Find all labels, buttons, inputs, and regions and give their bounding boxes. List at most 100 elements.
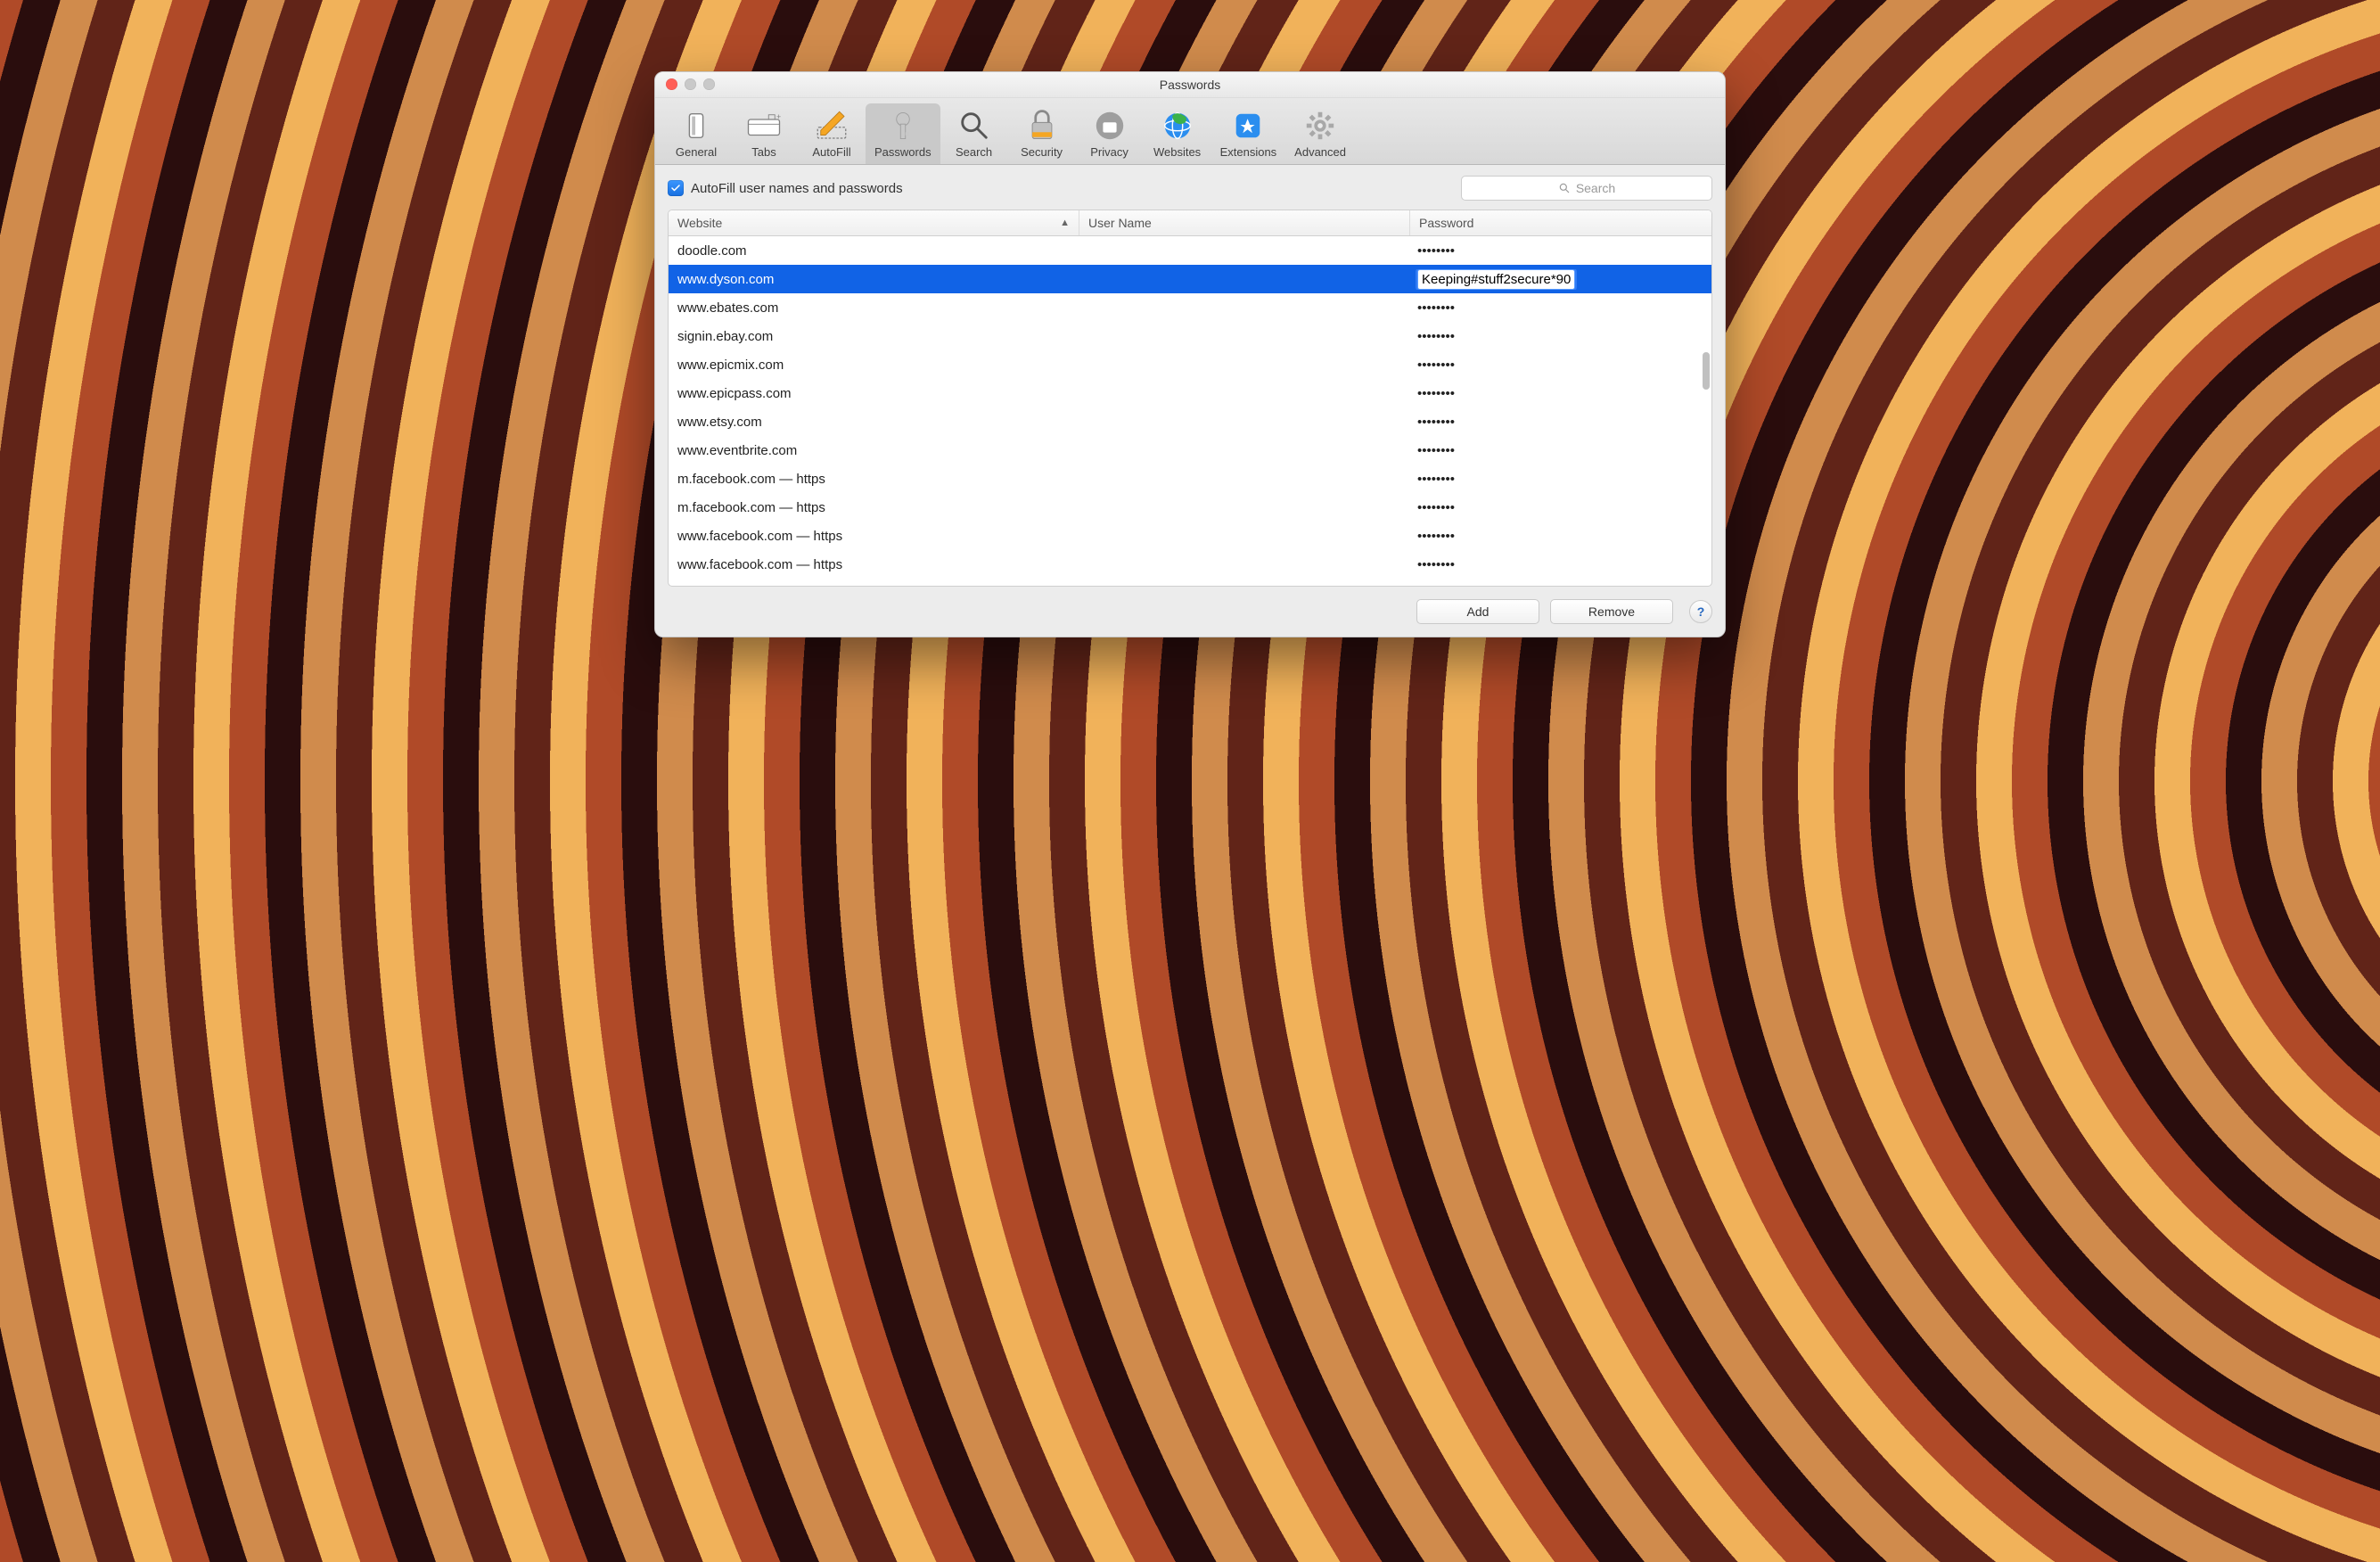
password-cell-value: ••••••••	[1417, 329, 1455, 344]
website-cell: www.ebates.com	[669, 300, 1079, 316]
checkmark-icon	[670, 183, 681, 193]
autofill-checkbox-label: AutoFill user names and passwords	[691, 181, 903, 196]
websites-icon	[1159, 107, 1196, 144]
website-cell: www.epicmix.com	[669, 358, 1079, 373]
table-row[interactable]: www.ebates.com ••••••••	[669, 293, 1711, 322]
minimize-window-button[interactable]	[685, 78, 696, 90]
preferences-window: Passwords General + Tabs AutoFill Passwords S…	[654, 71, 1726, 637]
bottom-button-row: Add Remove ?	[668, 599, 1712, 624]
password-cell-value: ••••••••	[1417, 243, 1455, 259]
add-button[interactable]: Add	[1416, 599, 1539, 624]
window-title: Passwords	[1160, 78, 1220, 92]
website-cell: www.dyson.com	[669, 272, 1079, 287]
table-row[interactable]: www.epicmix.com ••••••••	[669, 350, 1711, 379]
toolbar-item-label: Advanced	[1294, 145, 1346, 159]
password-cell-value: ••••••••	[1417, 386, 1455, 401]
autofill-icon	[813, 107, 850, 144]
security-icon	[1023, 107, 1061, 144]
privacy-icon	[1091, 107, 1128, 144]
table-row[interactable]: www.dyson.com Keeping#stuff2secure*90	[669, 265, 1711, 293]
toolbar-item-label: Security	[1021, 145, 1063, 159]
table-row[interactable]: signin.ebay.com ••••••••	[669, 322, 1711, 350]
toolbar-item-autofill[interactable]: AutoFill	[798, 103, 866, 164]
website-cell: www.epicpass.com	[669, 386, 1079, 401]
table-row[interactable]: m.facebook.com — https••••••••	[669, 493, 1711, 522]
sort-ascending-icon: ▲	[1060, 218, 1070, 228]
extensions-icon	[1229, 107, 1267, 144]
table-row[interactable]: www.eventbrite.com ••••••••	[669, 436, 1711, 464]
toolbar-item-search[interactable]: Search	[940, 103, 1008, 164]
autofill-checkbox[interactable]	[668, 180, 684, 196]
toolbar-item-general[interactable]: General	[662, 103, 730, 164]
website-cell: www.etsy.com	[669, 415, 1079, 430]
search-icon	[956, 107, 993, 144]
table-row[interactable]: www.facebook.com — https ••••••••	[669, 522, 1711, 550]
password-cell: ••••••••	[1408, 415, 1711, 430]
svg-text:+: +	[776, 112, 781, 121]
table-row[interactable]: www.facebook.com — https••••••••	[669, 550, 1711, 579]
password-cell: ••••••••	[1408, 386, 1711, 401]
website-cell: www.eventbrite.com	[669, 443, 1079, 458]
table-body[interactable]: doodle.com •••••••• www.dyson.com Keeping#s…	[669, 236, 1711, 586]
search-placeholder: Search	[1576, 181, 1615, 195]
window-titlebar[interactable]: Passwords	[655, 72, 1725, 98]
password-cell: ••••••••	[1408, 557, 1711, 572]
password-cell: ••••••••	[1408, 329, 1711, 344]
password-cell-value: ••••••••	[1417, 472, 1455, 487]
toolbar-item-label: Tabs	[751, 145, 776, 159]
toolbar-item-label: AutoFill	[812, 145, 850, 159]
website-cell: m.facebook.com — https	[669, 500, 1079, 515]
toolbar-item-label: Extensions	[1220, 145, 1277, 159]
passwords-icon	[884, 107, 922, 144]
toolbar-item-label: Search	[956, 145, 992, 159]
table-row[interactable]: doodle.com ••••••••	[669, 236, 1711, 265]
website-cell: m.facebook.com — https	[669, 472, 1079, 487]
password-cell-value: ••••••••	[1417, 443, 1455, 458]
preferences-toolbar: General + Tabs AutoFill Passwords Search Secur…	[655, 98, 1725, 165]
password-cell: ••••••••	[1408, 529, 1711, 544]
passwords-table: Website ▲ User Name Password doodle.com •…	[668, 210, 1712, 587]
close-window-button[interactable]	[666, 78, 677, 90]
top-controls-row: AutoFill user names and passwords Search	[668, 176, 1712, 201]
column-header-password[interactable]: Password	[1410, 210, 1711, 235]
table-header: Website ▲ User Name Password	[669, 210, 1711, 236]
remove-button[interactable]: Remove	[1550, 599, 1673, 624]
content-area: AutoFill user names and passwords Search…	[655, 165, 1725, 637]
general-icon	[677, 107, 715, 144]
website-cell: doodle.com	[669, 243, 1079, 259]
maximize-window-button[interactable]	[703, 78, 715, 90]
password-cell: ••••••••	[1408, 443, 1711, 458]
toolbar-item-label: Privacy	[1090, 145, 1128, 159]
table-row[interactable]: m.facebook.com — https ••••••••	[669, 464, 1711, 493]
toolbar-item-tabs[interactable]: + Tabs	[730, 103, 798, 164]
toolbar-item-privacy[interactable]: Privacy	[1076, 103, 1144, 164]
toolbar-item-extensions[interactable]: Extensions	[1211, 103, 1286, 164]
help-button[interactable]: ?	[1689, 600, 1712, 623]
toolbar-item-security[interactable]: Security	[1008, 103, 1076, 164]
toolbar-item-passwords[interactable]: Passwords	[866, 103, 940, 164]
window-controls	[666, 78, 715, 90]
column-header-website[interactable]: Website ▲	[669, 210, 1079, 235]
website-cell: www.facebook.com — https	[669, 529, 1079, 544]
toolbar-item-label: General	[676, 145, 717, 159]
password-cell: ••••••••	[1408, 358, 1711, 373]
table-row[interactable]: www.etsy.com ••••••••	[669, 407, 1711, 436]
search-input[interactable]: Search	[1461, 176, 1712, 201]
autofill-checkbox-group[interactable]: AutoFill user names and passwords	[668, 180, 903, 196]
password-cell: ••••••••	[1408, 243, 1711, 259]
password-cell-value: ••••••••	[1417, 358, 1455, 373]
search-icon	[1558, 182, 1571, 194]
tabs-icon: +	[745, 107, 783, 144]
column-header-username[interactable]: User Name	[1079, 210, 1410, 235]
password-cell: ••••••••	[1408, 472, 1711, 487]
password-cell: ••••••••	[1408, 300, 1711, 316]
password-cell-value: ••••••••	[1417, 415, 1455, 430]
toolbar-item-websites[interactable]: Websites	[1144, 103, 1211, 164]
toolbar-item-label: Passwords	[874, 145, 931, 159]
password-cell: Keeping#stuff2secure*90	[1408, 269, 1711, 290]
scrollbar-thumb[interactable]	[1703, 352, 1710, 390]
website-cell: signin.ebay.com	[669, 329, 1079, 344]
password-edit-field[interactable]: Keeping#stuff2secure*90	[1417, 269, 1575, 290]
table-row[interactable]: www.epicpass.com ••••••••	[669, 379, 1711, 407]
toolbar-item-advanced[interactable]: Advanced	[1285, 103, 1355, 164]
